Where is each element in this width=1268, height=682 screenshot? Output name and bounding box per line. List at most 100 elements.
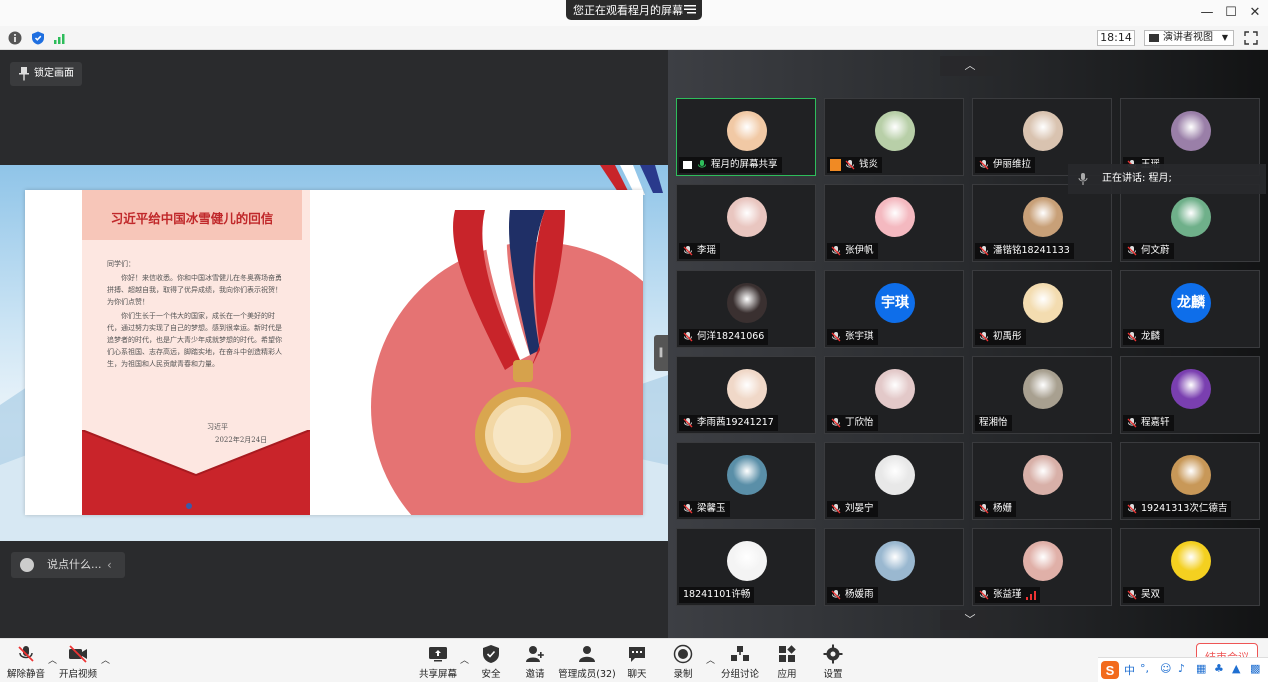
breakout-button[interactable]: 分组讨论: [720, 639, 760, 682]
close-icon[interactable]: ✕: [1246, 4, 1264, 22]
punctuation-icon[interactable]: °,: [1140, 662, 1149, 675]
gallery-prev-button[interactable]: ︿: [940, 56, 1000, 76]
start-video-button[interactable]: 开启视频: [58, 639, 98, 682]
participant-tile[interactable]: 张伊帆: [824, 184, 964, 262]
participant-tile[interactable]: 18241101许畅: [676, 528, 816, 606]
avatar: [1171, 541, 1211, 581]
participant-tile[interactable]: 杨媛雨: [824, 528, 964, 606]
security-button[interactable]: 安全: [474, 639, 508, 682]
mic-muted-icon: [1127, 590, 1137, 600]
chat-button[interactable]: 聊天: [622, 639, 652, 682]
sogou-icon[interactable]: S: [1100, 660, 1120, 680]
share-notice-pill[interactable]: 您正在观看程月的屏幕: [566, 0, 702, 20]
avatar: [1023, 369, 1063, 409]
minimize-icon[interactable]: —: [1198, 4, 1216, 22]
ime-mode[interactable]: 中: [1124, 662, 1135, 678]
participant-tile[interactable]: 梁馨玉: [676, 442, 816, 520]
pin-icon: [19, 67, 29, 81]
participant-tile[interactable]: 程月的屏幕共享: [676, 98, 816, 176]
participant-tile[interactable]: 何洋18241066: [676, 270, 816, 348]
chevron-left-icon[interactable]: ‹: [107, 552, 112, 578]
participant-name: 伊丽维拉: [993, 159, 1032, 170]
users-icon: [579, 646, 595, 662]
skin-icon[interactable]: ♣: [1214, 662, 1224, 675]
chat-input[interactable]: 说点什么... ‹: [11, 552, 125, 578]
fullscreen-icon[interactable]: [1244, 31, 1258, 45]
grid-icon[interactable]: ▩: [1250, 662, 1260, 675]
participant-label: 程嘉轩: [1123, 415, 1174, 431]
settings-button[interactable]: 设置: [818, 639, 848, 682]
chat-icon: [629, 647, 645, 662]
participant-tile[interactable]: 程嘉轩: [1120, 356, 1260, 434]
participant-tile[interactable]: 潘锴铭18241133: [972, 184, 1112, 262]
participant-tile[interactable]: 宇琪 张宇琪: [824, 270, 964, 348]
mic-muted-icon: [831, 418, 841, 428]
participant-tile[interactable]: 何文蔚: [1120, 184, 1260, 262]
shield-icon: [483, 645, 499, 663]
participant-tile[interactable]: 吴双: [1120, 528, 1260, 606]
avatar: [727, 541, 767, 581]
participant-tile[interactable]: 张益瑾: [972, 528, 1112, 606]
maximize-icon[interactable]: ☐: [1222, 4, 1240, 22]
chevron-up-icon[interactable]: ︿: [101, 653, 110, 666]
mic-muted-icon: [979, 590, 989, 600]
shirt-icon[interactable]: ▲: [1232, 662, 1240, 675]
user-badge-icon: [830, 159, 841, 171]
weak-signal-icon: [1025, 591, 1036, 600]
participant-tile[interactable]: 杨姗: [972, 442, 1112, 520]
participant-tile[interactable]: 李雨茜19241217: [676, 356, 816, 434]
participants-button[interactable]: 管理成员(32): [558, 639, 616, 682]
menu-icon[interactable]: [684, 4, 696, 14]
mic-icon: [1078, 173, 1088, 185]
screen-share-icon: [683, 161, 692, 169]
chevron-up-icon[interactable]: ︿: [706, 653, 715, 666]
lock-view-button[interactable]: 锁定画面: [10, 62, 82, 86]
apps-icon: [779, 645, 796, 662]
shield-icon[interactable]: [31, 31, 45, 45]
presentation-background: 习近平给中国冰雪健儿的回信 同学们： 你好！来信收悉。你和中国冰雪健儿在冬奥赛场…: [0, 165, 668, 541]
record-button[interactable]: 录制: [668, 639, 698, 682]
gallery-next-button[interactable]: ﹀: [940, 610, 1000, 630]
emoji-icon[interactable]: ☺: [1160, 662, 1171, 675]
info-icon[interactable]: [8, 31, 22, 45]
participant-tile[interactable]: 丁欣怡: [824, 356, 964, 434]
video-off-icon: [69, 645, 87, 663]
avatar: [727, 369, 767, 409]
view-mode-dropdown[interactable]: 演讲者视图 ▼: [1144, 30, 1234, 46]
participant-tile[interactable]: 李瑶: [676, 184, 816, 262]
share-screen-button[interactable]: 共享屏幕: [418, 639, 458, 682]
chevron-up-icon[interactable]: ︿: [460, 653, 469, 666]
emoji-icon[interactable]: [20, 558, 34, 572]
voice-input-icon[interactable]: ♪: [1178, 662, 1185, 675]
signal-icon[interactable]: [53, 31, 67, 45]
participant-tile[interactable]: 龙麟 龙麟: [1120, 270, 1260, 348]
unmute-button[interactable]: 解除静音: [6, 639, 46, 682]
participant-label: 钱炎: [827, 157, 883, 173]
participant-label: 伊丽维拉: [975, 157, 1036, 173]
avatar: [1023, 283, 1063, 323]
participant-tile[interactable]: 刘晏宁: [824, 442, 964, 520]
invite-button[interactable]: 邀请: [518, 639, 552, 682]
participant-label: 程月的屏幕共享: [679, 157, 782, 173]
bottom-toolbar: 解除静音 ︿ 开启视频 ︿ 共享屏幕 ︿ 安全 邀请 管理成员(32) 聊天 录…: [0, 638, 1268, 682]
avatar: [875, 541, 915, 581]
participant-tile[interactable]: 程湘怡: [972, 356, 1112, 434]
mic-muted-icon: [831, 504, 841, 514]
info-bar: [0, 26, 1268, 50]
share-screen-label: 共享屏幕: [418, 669, 457, 680]
letter-header: 习近平给中国冰雪健儿的回信: [82, 190, 302, 240]
apps-button[interactable]: 应用: [772, 639, 802, 682]
grid-icon: [1149, 34, 1159, 42]
mic-muted-icon: [979, 504, 989, 514]
participant-tile[interactable]: 19241313次仁德吉: [1120, 442, 1260, 520]
chevron-up-icon[interactable]: ︿: [48, 653, 57, 666]
avatar: [727, 197, 767, 237]
avatar: [1171, 369, 1211, 409]
unmute-label: 解除静音: [6, 669, 45, 680]
participant-label: 李瑶: [679, 243, 721, 259]
participant-tile[interactable]: 初禹彤: [972, 270, 1112, 348]
add-user-icon: [526, 646, 544, 662]
participant-tile[interactable]: 钱炎: [824, 98, 964, 176]
collapse-gallery-handle[interactable]: ‖: [654, 335, 668, 371]
keyboard-icon[interactable]: ▦: [1196, 662, 1206, 675]
